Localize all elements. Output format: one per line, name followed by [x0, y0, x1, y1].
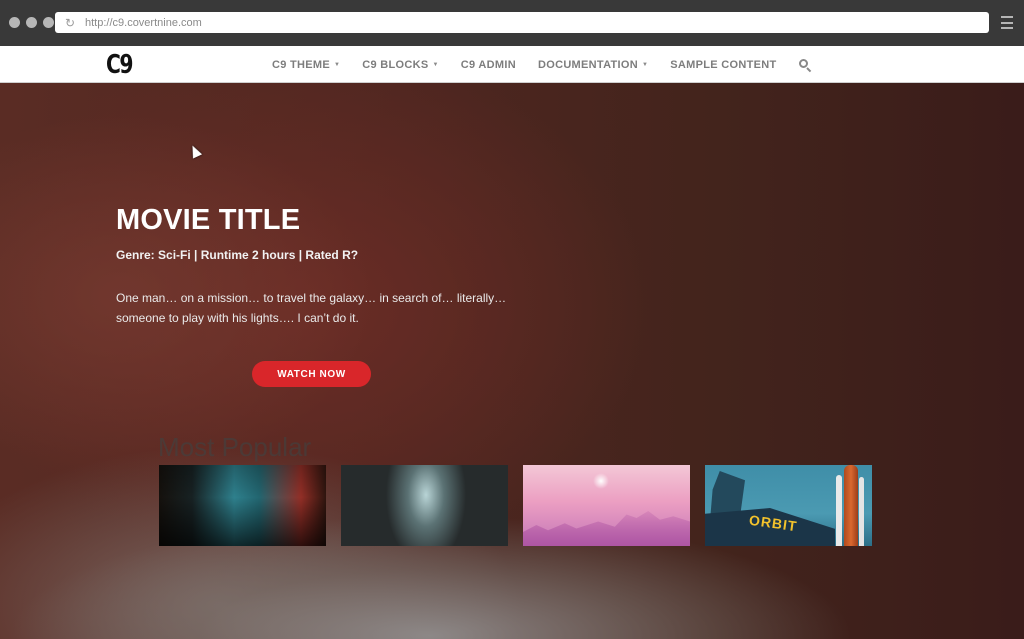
nav-item-label: SAMPLE CONTENT [670, 58, 777, 71]
caret-down-icon: ▼ [432, 61, 439, 68]
maximize-window-button[interactable] [43, 17, 54, 28]
nav-item-label: DOCUMENTATION [537, 58, 639, 71]
close-window-button[interactable] [9, 17, 20, 28]
hamburger-menu-icon[interactable] [1001, 16, 1013, 29]
most-popular-heading: Most Popular [158, 432, 312, 462]
site-navbar: C9 C9 THEME ▼ C9 BLOCKS ▼ C9 ADMIN DOCUM… [0, 46, 1024, 83]
watch-now-button[interactable]: WATCH NOW [252, 361, 371, 387]
address-bar[interactable]: ↻ http://c9.covertnine.com [55, 12, 989, 33]
nav-item-c9-admin[interactable]: C9 ADMIN [461, 59, 516, 71]
nav-item-c9-blocks[interactable]: C9 BLOCKS ▼ [362, 59, 439, 71]
nav-item-label: C9 BLOCKS [362, 58, 429, 71]
rocket-booster [836, 475, 842, 546]
search-icon[interactable] [798, 58, 811, 72]
url-text[interactable]: http://c9.covertnine.com [85, 17, 202, 29]
nav-item-label: C9 ADMIN [460, 58, 516, 71]
movie-description: One man… on a mission… to travel the gal… [116, 291, 507, 325]
thumbnail-pink-skyline[interactable] [523, 465, 690, 546]
nav-item-documentation[interactable]: DOCUMENTATION ▼ [538, 59, 648, 71]
nav-item-label: C9 THEME [272, 58, 331, 71]
page-content: C9 C9 THEME ▼ C9 BLOCKS ▼ C9 ADMIN DOCUM… [0, 46, 1024, 639]
thumbnail-orbit-cafe[interactable]: ORBIT [705, 465, 872, 546]
mouse-cursor-icon [187, 143, 203, 159]
reload-icon[interactable]: ↻ [65, 17, 77, 29]
thumbnail-storefront[interactable] [159, 465, 326, 546]
caret-down-icon: ▼ [642, 61, 649, 68]
main-nav: C9 THEME ▼ C9 BLOCKS ▼ C9 ADMIN DOCUMENT… [272, 46, 811, 83]
rocket-tank [844, 465, 858, 546]
thumbnail-light-beam[interactable] [341, 465, 508, 546]
rocket-booster [859, 477, 864, 546]
site-logo[interactable]: C9 [106, 50, 133, 80]
browser-chrome: ↻ http://c9.covertnine.com [0, 0, 1024, 46]
movie-title: MOVIE TITLE [116, 204, 301, 236]
caret-down-icon: ▼ [334, 61, 341, 68]
nav-item-c9-theme[interactable]: C9 THEME ▼ [272, 59, 340, 71]
popular-thumbnails: ORBIT [159, 465, 872, 546]
window-controls [9, 17, 54, 28]
movie-meta: Genre: Sci-Fi | Runtime 2 hours | Rated … [116, 248, 359, 262]
minimize-window-button[interactable] [26, 17, 37, 28]
nav-item-sample-content[interactable]: SAMPLE CONTENT [670, 59, 776, 71]
